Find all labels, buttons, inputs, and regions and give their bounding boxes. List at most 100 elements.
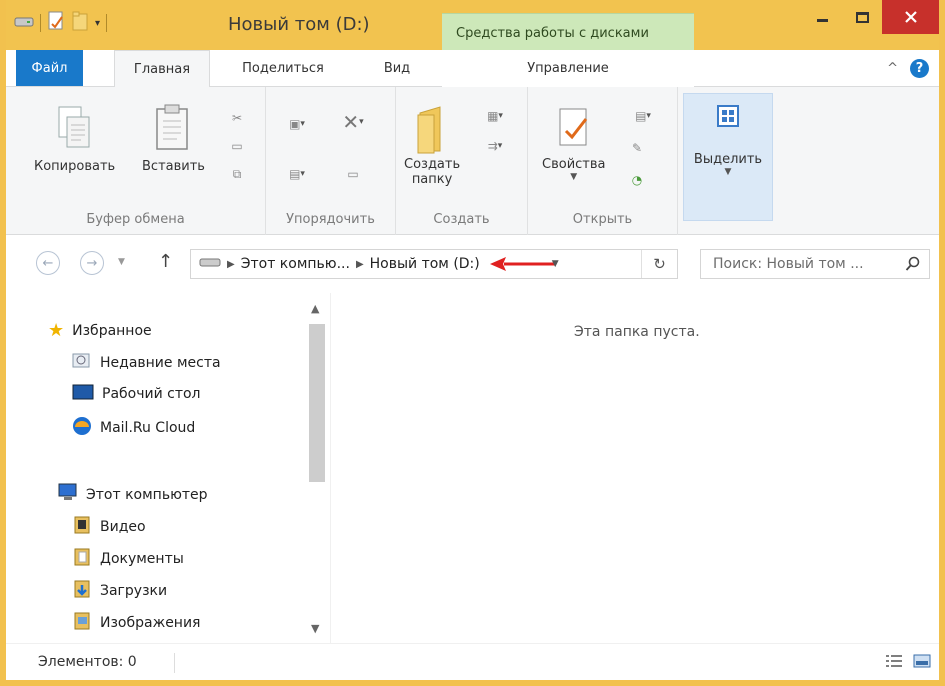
maximize-button[interactable]: [842, 0, 882, 34]
ribbon-tabs: Файл Главная Поделиться Вид Управление ^…: [6, 50, 939, 88]
help-icon[interactable]: ?: [910, 59, 929, 78]
back-button[interactable]: ←: [36, 251, 60, 275]
group-open-label: Открыть: [572, 212, 633, 227]
tab-share[interactable]: Поделиться: [228, 50, 338, 87]
group-organize: ▣ ▾ ✕ ▾ ▤ ▾ ▭ Упорядочить: [266, 87, 396, 235]
nav-pictures-label: Изображения: [100, 615, 201, 631]
up-arrow-icon[interactable]: ↑: [158, 251, 173, 272]
nav-pictures[interactable]: Изображения: [72, 611, 200, 635]
file-list-area[interactable]: Эта папка пуста.: [330, 293, 939, 643]
downloads-folder-icon: [72, 579, 92, 603]
item-count: Элементов: 0: [38, 654, 137, 670]
copy-button[interactable]: Копировать: [34, 103, 115, 174]
rename-icon[interactable]: ▭: [338, 165, 368, 183]
crumb-separator[interactable]: ▶: [225, 259, 237, 270]
tab-view[interactable]: Вид: [372, 50, 422, 87]
collapse-ribbon-icon[interactable]: ^: [887, 61, 898, 76]
drive-address-icon: [191, 256, 225, 272]
tab-manage[interactable]: Управление: [442, 50, 694, 87]
new-item-icon[interactable]: ▦ ▾: [480, 107, 510, 125]
red-arrow-annotation: [489, 257, 556, 271]
search-placeholder: Поиск: Новый том ...: [713, 256, 864, 272]
copy-path-icon[interactable]: ▭: [228, 137, 246, 155]
refresh-icon[interactable]: ↻: [641, 250, 677, 278]
select-dropdown-icon: ▼: [724, 167, 732, 177]
scroll-thumb[interactable]: [309, 324, 325, 482]
nav-video-label: Видео: [100, 519, 146, 535]
paste-button[interactable]: Вставить: [142, 103, 205, 174]
copy-label: Копировать: [34, 159, 116, 174]
nav-desktop[interactable]: Рабочий стол: [72, 384, 201, 404]
address-bar[interactable]: ▶ Этот компью... ▶ Новый том (D:) ▼ ↻: [190, 249, 678, 279]
move-to-icon[interactable]: ▣ ▾: [282, 115, 312, 133]
group-clipboard: Копировать Вставить ✂ ▭ ⧉ Буфер обмена: [6, 87, 266, 235]
search-input[interactable]: Поиск: Новый том ...: [700, 249, 930, 279]
forward-button[interactable]: →: [80, 251, 104, 275]
nav-mailru-cloud[interactable]: Mail.Ru Cloud: [72, 416, 195, 440]
new-folder-qat-icon[interactable]: [71, 11, 89, 35]
new-folder-label-1: Создать: [404, 157, 461, 172]
scroll-up-icon[interactable]: ▲: [311, 302, 319, 315]
drive-icon[interactable]: [14, 14, 34, 32]
nav-downloads[interactable]: Загрузки: [72, 579, 167, 603]
status-bar: Элементов: 0: [6, 643, 939, 680]
close-icon: [904, 11, 917, 23]
open-icon[interactable]: ▤ ▾: [628, 107, 658, 125]
address-dropdown-icon[interactable]: ▼: [552, 259, 559, 269]
new-folder-button[interactable]: Создать папку: [404, 103, 460, 187]
nav-this-pc[interactable]: Этот компьютер: [56, 483, 208, 507]
mailru-cloud-icon: [72, 416, 92, 440]
navigation-bar: ← → ▼ ↑ ▶ Этот компью... ▶ Новый том (D:…: [6, 235, 939, 293]
cut-icon[interactable]: ✂: [228, 109, 246, 127]
group-open: Свойства ▼ ▤ ▾ ✎ ◔ Открыть: [528, 87, 678, 235]
close-button[interactable]: [882, 0, 939, 34]
properties-qat-icon[interactable]: [47, 11, 65, 35]
qat-separator: [40, 14, 41, 32]
history-icon[interactable]: ◔: [628, 171, 646, 189]
nav-documents-label: Документы: [100, 551, 184, 567]
ribbon: Копировать Вставить ✂ ▭ ⧉ Буфер обмена ▣…: [6, 87, 939, 235]
details-view-icon[interactable]: [885, 653, 903, 673]
search-icon[interactable]: [905, 256, 921, 272]
nav-mailru-label: Mail.Ru Cloud: [100, 420, 196, 436]
select-button[interactable]: Выделить ▼: [683, 93, 773, 221]
computer-icon: [56, 483, 78, 507]
tab-home[interactable]: Главная: [114, 50, 210, 88]
context-tab-label: Средства работы с дисками: [456, 26, 649, 41]
breadcrumb-this-pc[interactable]: Этот компью...: [237, 256, 354, 272]
title-bar: ▾ Новый том (D:) Средства работы с диска…: [6, 0, 939, 50]
properties-dropdown-icon[interactable]: ▼: [570, 172, 577, 182]
recent-dropdown-icon[interactable]: ▼: [118, 257, 125, 267]
breadcrumb-drive[interactable]: Новый том (D:): [366, 256, 484, 272]
scroll-down-icon[interactable]: ▼: [311, 622, 319, 635]
copy-icon: [58, 106, 90, 148]
select-content: Выделить ▼: [690, 104, 766, 177]
select-all-icon: [717, 105, 739, 127]
window-title: Новый том (D:): [228, 14, 370, 35]
nav-pane-scrollbar[interactable]: ▲ ▼: [306, 300, 328, 640]
tab-file[interactable]: Файл: [16, 50, 83, 86]
nav-documents[interactable]: Документы: [72, 547, 184, 571]
quick-access-toolbar: ▾: [14, 10, 108, 36]
nav-video[interactable]: Видео: [72, 515, 146, 539]
nav-favorites-label: Избранное: [72, 322, 152, 339]
large-icons-view-icon[interactable]: [913, 653, 931, 673]
new-folder-icon: [417, 106, 441, 154]
desktop-icon: [72, 384, 94, 404]
copy-to-icon[interactable]: ▤ ▾: [282, 165, 312, 183]
view-buttons: [885, 653, 931, 673]
star-icon: ★: [48, 320, 65, 341]
qat-dropdown-icon[interactable]: ▾: [95, 18, 100, 29]
easy-access-icon[interactable]: ⇉ ▾: [480, 137, 510, 155]
properties-button[interactable]: Свойства ▼: [542, 103, 606, 182]
paste-shortcut-icon[interactable]: ⧉: [228, 165, 246, 183]
nav-recent-places[interactable]: Недавние места: [72, 352, 221, 374]
pictures-folder-icon: [72, 611, 92, 635]
properties-label: Свойства: [542, 157, 606, 172]
nav-favorites[interactable]: ★ Избранное: [48, 320, 152, 341]
edit-icon[interactable]: ✎: [628, 139, 646, 157]
paste-label: Вставить: [142, 159, 205, 174]
minimize-button[interactable]: [802, 0, 842, 34]
delete-icon[interactable]: ✕ ▾: [336, 110, 370, 134]
crumb-separator[interactable]: ▶: [354, 259, 366, 270]
